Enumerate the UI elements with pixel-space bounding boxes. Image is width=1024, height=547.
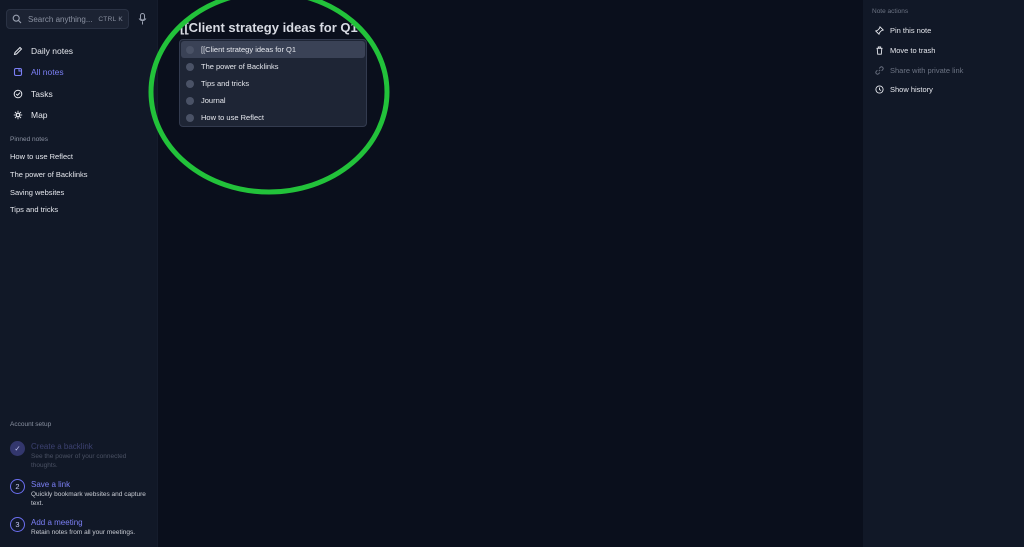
search-shortcut: CTRL K — [98, 15, 123, 23]
action-label: Share with private link — [890, 65, 964, 75]
suggestion-item[interactable]: [[Client strategy ideas for Q1 — [181, 41, 365, 58]
action-label: Move to trash — [890, 46, 936, 56]
suggestion-label: [[Client strategy ideas for Q1 — [201, 45, 297, 54]
pinned-notes-heading: Pinned notes — [10, 136, 48, 143]
main-nav: Daily notes All notes Tasks Map — [0, 40, 158, 126]
note-actions-heading: Note actions — [872, 8, 909, 15]
nav-map[interactable]: Map — [0, 105, 158, 127]
check-icon: ✓ — [10, 441, 25, 456]
setup-step-title: Create a backlink — [31, 442, 93, 451]
pinned-note[interactable]: The power of Backlinks — [0, 166, 158, 184]
setup-step-desc: See the power of your connected thoughts… — [31, 453, 127, 469]
pinned-note[interactable]: Tips and tricks — [0, 201, 158, 219]
account-setup-list: ✓ Create a backlink See the power of you… — [0, 437, 158, 547]
note-actions-panel: Note actions Pin this note Move to trash… — [863, 0, 1024, 547]
pinned-note[interactable]: Saving websites — [0, 183, 158, 201]
editor: [[Client strategy ideas for Q1 [[Client … — [148, 0, 863, 547]
suggestion-label: Journal — [201, 96, 226, 105]
account-setup-heading: Account setup — [10, 421, 52, 428]
suggestion-item[interactable]: The power of Backlinks — [181, 58, 365, 75]
suggestion-item[interactable]: Tips and tricks — [181, 75, 365, 92]
nav-label: Daily notes — [31, 45, 74, 56]
suggestion-label: How to use Reflect — [201, 113, 264, 122]
show-history-button[interactable]: Show history — [863, 80, 1024, 100]
notes-icon — [13, 68, 23, 77]
search-placeholder: Search anything... — [28, 14, 93, 24]
nav-all-notes[interactable]: All notes — [0, 62, 158, 84]
microphone-icon[interactable] — [138, 13, 147, 25]
app-window: Search anything... CTRL K Daily notes Al… — [0, 0, 1024, 547]
setup-step-desc: Retain notes from all your meetings. — [31, 529, 136, 536]
pinned-note[interactable]: How to use Reflect — [0, 148, 158, 166]
suggestion-label: The power of Backlinks — [201, 62, 279, 71]
clock-icon — [875, 85, 884, 94]
note-dot-icon — [186, 96, 194, 105]
step-number: 2 — [10, 479, 25, 494]
action-label: Pin this note — [890, 26, 932, 36]
backlink-suggestions-dropdown: [[Client strategy ideas for Q1 The power… — [179, 39, 367, 127]
suggestion-item[interactable]: How to use Reflect — [181, 109, 365, 126]
setup-step-desc: Quickly bookmark websites and capture te… — [31, 491, 146, 507]
search-box[interactable]: Search anything... CTRL K — [6, 9, 129, 29]
pin-note-button[interactable]: Pin this note — [863, 21, 1024, 41]
setup-step-save-link[interactable]: 2 Save a link Quickly bookmark websites … — [0, 475, 158, 513]
step-number: 3 — [10, 517, 25, 532]
share-private-link-button[interactable]: Share with private link — [863, 60, 1024, 80]
move-to-trash-button[interactable]: Move to trash — [863, 41, 1024, 61]
suggestion-item[interactable]: Journal — [181, 92, 365, 109]
setup-step-title: Add a meeting — [31, 518, 83, 527]
sidebar: Search anything... CTRL K Daily notes Al… — [0, 0, 158, 547]
pinned-notes-list: How to use Reflect The power of Backlink… — [0, 148, 158, 219]
trash-icon — [876, 46, 883, 55]
setup-step-title: Save a link — [31, 480, 71, 489]
link-icon — [875, 66, 884, 75]
pencil-icon — [13, 46, 23, 55]
action-label: Show history — [890, 85, 933, 95]
note-dot-icon — [186, 79, 194, 88]
nav-label: Tasks — [31, 88, 53, 99]
setup-step-create-backlink[interactable]: ✓ Create a backlink See the power of you… — [0, 437, 158, 475]
note-dot-icon — [186, 62, 194, 71]
pin-icon — [875, 26, 884, 36]
note-dot-icon — [186, 113, 194, 122]
search-icon — [12, 14, 22, 24]
nav-label: Map — [31, 110, 48, 121]
nav-label: All notes — [31, 67, 64, 78]
suggestion-label: Tips and tricks — [201, 79, 250, 88]
map-network-icon — [13, 111, 23, 120]
check-circle-icon — [13, 89, 23, 99]
note-dot-icon — [186, 45, 194, 54]
note-title-input[interactable]: [[Client strategy ideas for Q1 — [180, 20, 358, 35]
note-actions-list: Pin this note Move to trash Share with p… — [863, 21, 1024, 100]
setup-step-add-meeting[interactable]: 3 Add a meeting Retain notes from all yo… — [0, 513, 158, 547]
nav-tasks[interactable]: Tasks — [0, 83, 158, 105]
nav-daily-notes[interactable]: Daily notes — [0, 40, 158, 62]
